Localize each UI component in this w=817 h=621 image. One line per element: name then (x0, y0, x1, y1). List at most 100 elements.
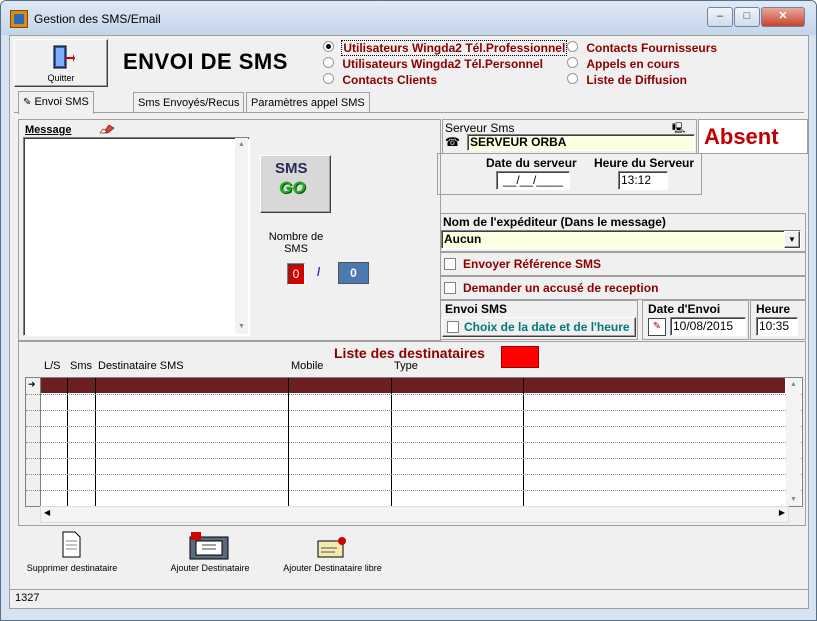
recipients-color-indicator (501, 346, 539, 368)
recipients-grid[interactable]: ➜ ▲ ▼ (25, 377, 803, 507)
server-datetime-panel: Date du serveur __/__/____ Heure du Serv… (437, 153, 702, 195)
radio-label: Utilisateurs Wingda2 Tél.Professionnel (341, 40, 568, 56)
grid-row-line (26, 458, 802, 459)
column-header: L/S (44, 360, 61, 372)
add-recipient-label: Ajouter Destinataire (170, 563, 250, 573)
quit-label: Quitter (47, 73, 75, 83)
tab-divider (14, 112, 804, 113)
add-recipient-button[interactable]: Ajouter Destinataire (160, 531, 260, 573)
receipt-option[interactable]: Demander un accusé de reception (440, 276, 806, 300)
radio-option-fournisseurs[interactable]: Contacts Fournisseurs (567, 41, 717, 55)
server-date-label: Date du serveur (486, 156, 577, 170)
send-sms-button[interactable]: SMS GO (260, 155, 331, 213)
calendar-icon[interactable]: ✎ (648, 318, 666, 336)
grid-vertical-scrollbar[interactable]: ▲ ▼ (786, 378, 801, 506)
radio-dot (567, 73, 578, 84)
quit-button[interactable]: Quitter (14, 39, 108, 87)
column-header: Type (394, 360, 418, 372)
grid-row-line (26, 410, 802, 411)
radio-label: Liste de Diffusion (586, 73, 688, 87)
column-header: Sms (70, 360, 92, 372)
choose-datetime-label: Choix de la date et de l'heure (464, 320, 630, 334)
send-time-field[interactable]: 10:35 (756, 317, 798, 336)
message-scrollbar[interactable]: ▲ ▼ (235, 138, 248, 334)
reference-checkbox[interactable] (444, 258, 456, 270)
radio-dot (567, 41, 578, 52)
message-label: Message (25, 124, 72, 136)
server-panel: Serveur Sms 🖳 ☎ SERVEUR ORBA (442, 119, 697, 154)
send-date-panel: Date d'Envoi ✎ 10/08/2015 (642, 300, 749, 340)
grid-horizontal-scrollbar[interactable]: ◀ ▶ (40, 506, 789, 523)
minimize-button[interactable]: ‒ (707, 7, 733, 27)
send-label: Envoi SMS (445, 302, 508, 316)
radio-option-perso[interactable]: Utilisateurs Wingda2 Tél.Personnel (323, 57, 543, 71)
send-time-panel: Heure 10:35 (750, 300, 806, 340)
pencil-icon: ✎ (23, 97, 32, 108)
grid-row-line (26, 474, 802, 475)
radio-option-clients[interactable]: Contacts Clients (323, 73, 437, 87)
receipt-checkbox[interactable] (444, 282, 456, 294)
grid-row-line (26, 490, 802, 491)
scroll-left-icon[interactable]: ◀ (44, 508, 50, 517)
sender-value: Aucun (444, 232, 482, 246)
close-button[interactable]: ✕ (761, 7, 805, 27)
add-free-recipient-label: Ajouter Destinataire libre (283, 563, 382, 573)
radio-dot (323, 57, 334, 68)
server-time-label: Heure du Serveur (594, 156, 695, 170)
scroll-down-icon[interactable]: ▼ (235, 323, 248, 330)
message-panel: Message ▲ ▼ SMS GO Nombre de SMS 0 / 0 (18, 119, 441, 341)
choose-datetime-checkbox[interactable] (447, 321, 459, 333)
page-title: ENVOI DE SMS (123, 49, 288, 74)
status-divider (10, 589, 808, 590)
reference-label: Envoyer Référence SMS (463, 257, 602, 271)
sms-count-label: Nombre de SMS (268, 231, 324, 255)
tab-sms-envoyes[interactable]: Sms Envoyés/Recus (133, 92, 245, 113)
server-label: Serveur Sms (445, 121, 515, 135)
add-contact-icon (189, 532, 229, 560)
app-icon (10, 10, 28, 28)
door-exit-icon (53, 45, 75, 69)
server-name: SERVEUR ORBA (467, 134, 695, 151)
title-bar: Gestion des SMS/Email ‒ □ ✕ (1, 1, 816, 35)
scroll-down-icon[interactable]: ▼ (786, 496, 801, 503)
scroll-right-icon[interactable]: ▶ (779, 508, 785, 517)
radio-dot (323, 41, 334, 52)
delete-recipient-label: Supprimer destinataire (26, 563, 118, 573)
radio-label: Contacts Clients (342, 73, 438, 87)
radio-option-diffusion[interactable]: Liste de Diffusion (567, 73, 687, 87)
message-textarea[interactable] (23, 137, 250, 336)
radio-dot (323, 73, 334, 84)
send-time-label: Heure (756, 302, 791, 316)
delete-recipient-button[interactable]: Supprimer destinataire (22, 531, 122, 573)
current-row-arrow-icon: ➜ (28, 379, 36, 389)
sender-label: Nom de l'expéditeur (Dans le message) (443, 215, 666, 229)
scroll-up-icon[interactable]: ▲ (235, 141, 248, 148)
radio-label: Utilisateurs Wingda2 Tél.Personnel (342, 57, 543, 71)
radio-option-pro[interactable]: Utilisateurs Wingda2 Tél.Professionnel (323, 40, 568, 56)
tab-envoi-sms[interactable]: ✎ Envoi SMS (18, 91, 94, 114)
sms-count-total: 0 (338, 262, 369, 284)
chevron-down-icon[interactable]: ▼ (784, 231, 800, 248)
send-date-field[interactable]: 10/08/2015 (670, 317, 746, 336)
status-bar-text: 1327 (15, 592, 40, 604)
server-icon: ☎ (445, 135, 460, 149)
sms-button-top: SMS (275, 160, 308, 177)
sms-count-value: 0 (287, 263, 305, 285)
sender-select[interactable]: Aucun ▼ (441, 230, 801, 249)
eraser-icon[interactable] (99, 124, 115, 134)
server-time-field[interactable]: 13:12 (618, 171, 668, 190)
choose-datetime-toggle[interactable]: Choix de la date et de l'heure (442, 317, 636, 337)
sms-count-separator: / (317, 265, 321, 279)
table-row[interactable] (41, 378, 785, 393)
scroll-up-icon[interactable]: ▲ (786, 381, 801, 388)
add-free-recipient-button[interactable]: Ajouter Destinataire libre (275, 531, 390, 573)
radio-option-appels[interactable]: Appels en cours (567, 57, 680, 71)
server-status: Absent (704, 124, 779, 149)
reference-option[interactable]: Envoyer Référence SMS (440, 252, 806, 276)
delete-document-icon (62, 531, 81, 558)
tab-parametres[interactable]: Paramètres appel SMS (246, 92, 370, 113)
main-window: Gestion des SMS/Email ‒ □ ✕ Quitter ENVO… (0, 0, 817, 621)
maximize-button[interactable]: □ (734, 7, 760, 27)
sms-button-bottom: GO (279, 178, 306, 197)
server-date-field[interactable]: __/__/____ (496, 171, 570, 190)
